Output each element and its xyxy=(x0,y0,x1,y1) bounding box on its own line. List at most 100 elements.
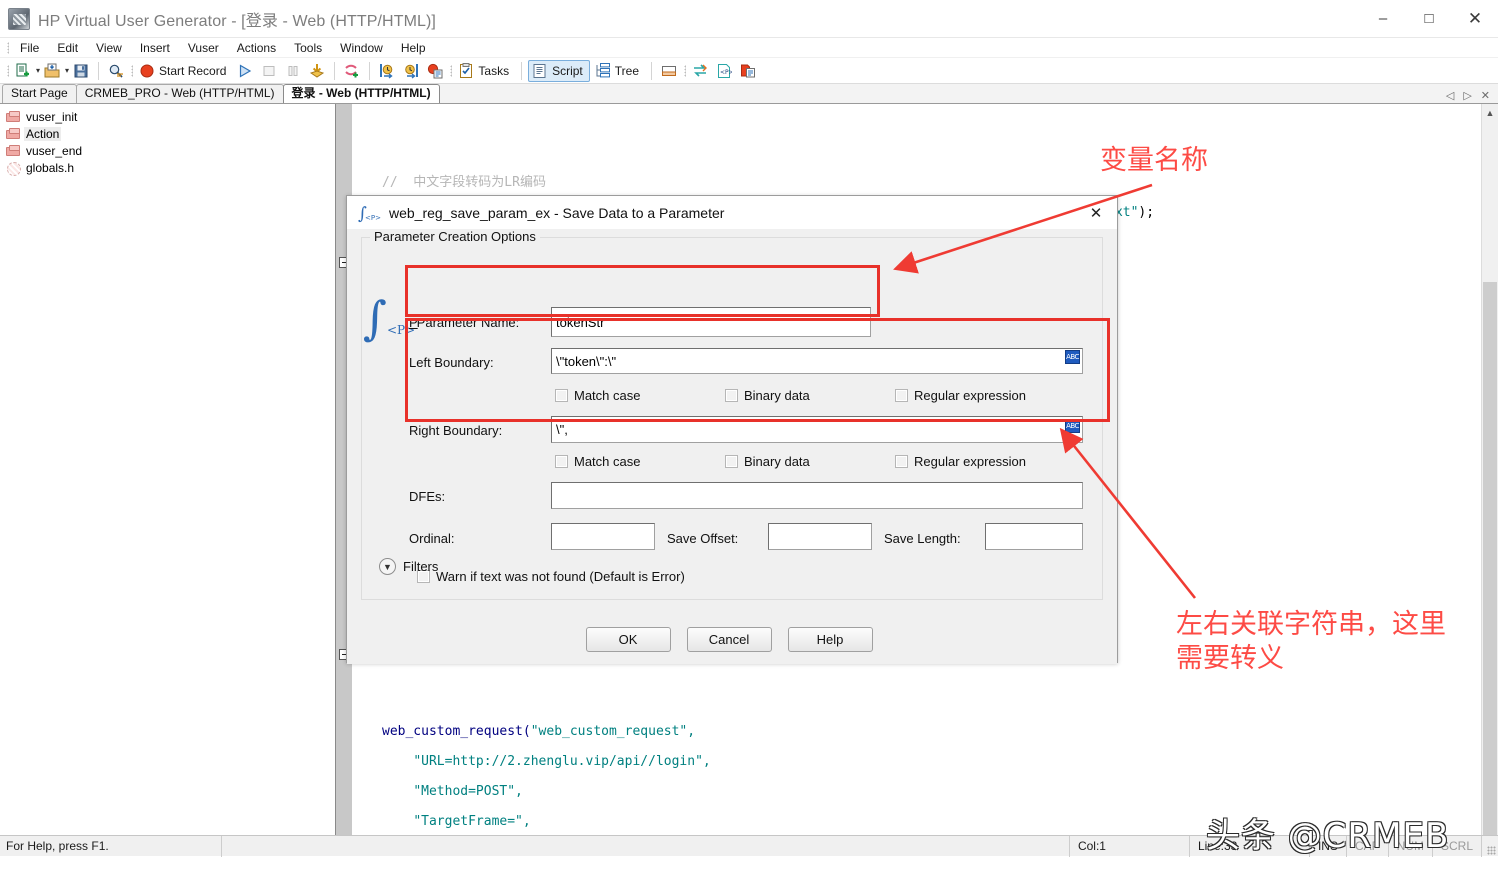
tab-login[interactable]: 登录 - Web (HTTP/HTML) xyxy=(282,84,440,103)
help-button[interactable]: Help xyxy=(787,627,873,652)
right-boundary-abc-button[interactable]: ABC xyxy=(1065,419,1080,433)
scrollbar-thumb[interactable] xyxy=(1483,282,1497,835)
left-binary-data-checkbox[interactable]: Binary data xyxy=(725,388,810,403)
insert-parameter-button[interactable]: <P> xyxy=(713,60,735,82)
filters-label: Filters xyxy=(403,559,439,574)
cancel-button[interactable]: Cancel xyxy=(686,627,772,652)
warn-if-text-not-found-checkbox[interactable]: Warn if text was not found (Default is E… xyxy=(417,569,685,584)
rendezvous-icon xyxy=(428,63,443,78)
save-length-input[interactable] xyxy=(985,523,1083,550)
toolbar-drag-handle-2[interactable] xyxy=(128,64,135,78)
save-offset-label: Save Offset: xyxy=(667,531,739,546)
pause-button[interactable] xyxy=(282,60,304,82)
open-script-button[interactable] xyxy=(41,60,63,82)
dfes-input[interactable] xyxy=(551,482,1083,509)
tree-item-globals-h[interactable]: globals.h xyxy=(4,159,335,176)
find-button[interactable] xyxy=(105,60,127,82)
menu-file[interactable]: File xyxy=(11,39,48,57)
stop-button[interactable] xyxy=(258,60,280,82)
menu-vuser[interactable]: Vuser xyxy=(179,39,228,57)
toolbar-drag-handle-1[interactable] xyxy=(4,64,11,78)
menu-edit[interactable]: Edit xyxy=(48,39,87,57)
recording-options-button[interactable] xyxy=(689,60,711,82)
chevron-down-icon[interactable]: ▼ xyxy=(379,558,396,575)
save-length-label: Save Length: xyxy=(884,531,961,546)
save-button[interactable] xyxy=(70,60,92,82)
tab-start-page[interactable]: Start Page xyxy=(2,84,77,103)
toolbar-separator-2 xyxy=(334,61,336,80)
exchange-arrows-icon xyxy=(694,63,707,77)
menu-bar: File Edit View Insert Vuser Actions Tool… xyxy=(0,38,1498,58)
annotation-variable-name: 变量名称 xyxy=(1100,145,1208,176)
open-folder-icon xyxy=(44,63,60,77)
left-boundary-input[interactable]: \"token\":\" xyxy=(551,348,1083,374)
ok-button[interactable]: OK xyxy=(585,627,671,652)
tab-next-icon[interactable]: ▷ xyxy=(1463,89,1471,102)
close-window-button[interactable]: ✕ xyxy=(1452,0,1498,38)
status-spacer xyxy=(222,835,1070,857)
ordinal-input[interactable] xyxy=(551,523,655,550)
right-boundary-input[interactable]: \", xyxy=(551,416,1083,443)
start-record-button[interactable]: Start Record xyxy=(136,60,232,82)
menu-window[interactable]: Window xyxy=(331,39,392,57)
tab-crmeb-pro[interactable]: CRMEB_PRO - Web (HTTP/HTML) xyxy=(75,84,284,103)
start-transaction-button[interactable] xyxy=(376,60,398,82)
end-transaction-button[interactable] xyxy=(400,60,422,82)
checkbox-box xyxy=(555,455,568,468)
editor-vertical-scrollbar[interactable]: ▲ xyxy=(1481,104,1498,835)
filters-expander[interactable]: ▼ Filters xyxy=(379,558,438,575)
right-regular-expression-checkbox[interactable]: Regular expression xyxy=(895,454,1026,469)
minimize-button[interactable]: – xyxy=(1360,0,1406,38)
status-message: For Help, press F1. xyxy=(0,835,222,857)
right-binary-data-checkbox[interactable]: Binary data xyxy=(725,454,810,469)
menu-tools[interactable]: Tools xyxy=(285,39,331,57)
menu-insert[interactable]: Insert xyxy=(131,39,179,57)
tree-item-label: vuser_end xyxy=(26,143,83,158)
menu-actions[interactable]: Actions xyxy=(228,39,285,57)
svg-text:<P>: <P> xyxy=(720,69,732,76)
menu-help[interactable]: Help xyxy=(392,39,435,57)
toolbar-separator-3 xyxy=(369,61,371,80)
toolbar-drag-handle-3[interactable] xyxy=(447,64,454,78)
dialog-close-button[interactable]: ✕ xyxy=(1075,196,1117,229)
right-match-case-checkbox[interactable]: Match case xyxy=(555,454,640,469)
tab-prev-icon[interactable]: ◁ xyxy=(1446,89,1454,102)
title-bar: HP Virtual User Generator - [登录 - Web (H… xyxy=(0,0,1498,38)
tree-item-vuser-end[interactable]: vuser_end xyxy=(4,142,335,159)
script-label: Script xyxy=(552,63,583,78)
run-button[interactable] xyxy=(234,60,256,82)
save-offset-input[interactable] xyxy=(768,523,872,550)
output-pane-button[interactable] xyxy=(658,60,680,82)
tree-item-vuser-init[interactable]: vuser_init xyxy=(4,108,335,125)
save-parameter-dialog[interactable]: ∫ <P> web_reg_save_param_ex - Save Data … xyxy=(346,195,1118,664)
header-file-icon xyxy=(6,161,21,176)
maximize-button[interactable]: □ xyxy=(1406,0,1452,38)
parameter-list-button[interactable] xyxy=(737,60,759,82)
parameter-name-input[interactable]: tokenStr xyxy=(551,307,871,337)
menu-drag-handle[interactable] xyxy=(4,41,11,55)
checkbox-label: Binary data xyxy=(744,388,810,403)
compile-button[interactable] xyxy=(306,60,328,82)
checkbox-box xyxy=(895,455,908,468)
scroll-up-icon[interactable]: ▲ xyxy=(1482,104,1498,121)
open-script-dropdown[interactable]: ▾ xyxy=(65,66,69,75)
parameter-name-label-text: Parameter Name: xyxy=(416,315,520,330)
tasks-button[interactable]: Tasks xyxy=(455,60,515,82)
new-script-button[interactable] xyxy=(12,60,34,82)
left-regular-expression-checkbox[interactable]: Regular expression xyxy=(895,388,1026,403)
left-match-case-checkbox[interactable]: Match case xyxy=(555,388,640,403)
function-fx-icon: ∫ <P> xyxy=(357,202,383,224)
insert-rendezvous-button[interactable] xyxy=(424,60,446,82)
tab-close-icon[interactable]: ✕ xyxy=(1481,89,1490,102)
new-script-dropdown[interactable]: ▾ xyxy=(36,66,40,75)
tree-view-button[interactable]: Tree xyxy=(592,60,645,82)
start-record-label: Start Record xyxy=(159,63,227,78)
menu-view[interactable]: View xyxy=(87,39,131,57)
left-boundary-abc-button[interactable]: ABC xyxy=(1065,350,1080,364)
toolbar-drag-handle-4[interactable] xyxy=(681,64,688,78)
resize-grip[interactable] xyxy=(1482,836,1498,857)
add-transaction-button[interactable] xyxy=(341,60,363,82)
tree-item-action[interactable]: Action xyxy=(4,125,335,142)
script-view-button[interactable]: Script xyxy=(528,59,590,82)
checkbox-label: Binary data xyxy=(744,454,810,469)
